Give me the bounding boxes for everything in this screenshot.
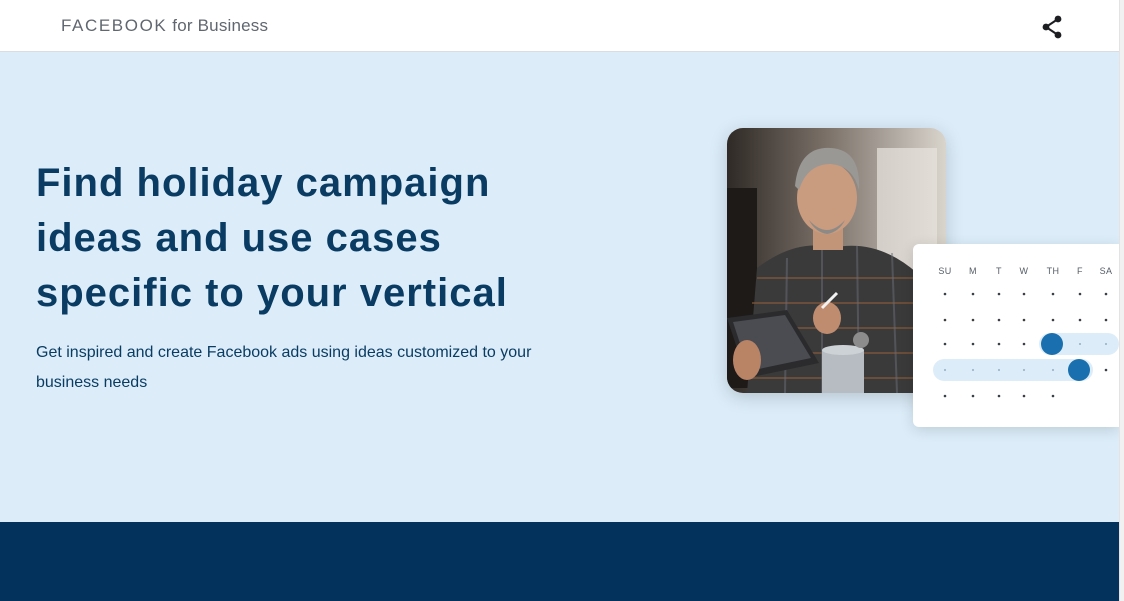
calendar-day-dot [1078,342,1082,346]
calendar-day-dot [943,394,947,398]
calendar-day-dot [943,318,947,322]
selected-date-end[interactable] [1068,359,1090,381]
calendar-day-dot [1051,292,1055,296]
share-icon-glyph [1042,15,1062,39]
calendar-day-dot [1022,318,1026,322]
calendar-day-dot [1022,394,1026,398]
share-icon[interactable] [1039,14,1065,40]
scrollbar[interactable] [1119,0,1124,601]
calendar-day-dot [997,394,1001,398]
calendar-day-dot [1022,368,1026,372]
calendar-day-dot [997,318,1001,322]
footer-band [0,522,1119,601]
calendar-day-dot [997,368,1001,372]
hero-headline: Find holiday campaign ideas and use case… [36,161,508,315]
calendar-day-dot [1051,368,1055,372]
calendar-day-dot [971,368,975,372]
calendar-card: SU M T W TH F SA [913,244,1119,427]
calendar-day-dot [943,292,947,296]
calendar-day-dot [1078,318,1082,322]
brand-main: FACEBOOK [61,16,168,35]
calendar-day-dot [1104,318,1108,322]
calendar-day-dot [971,292,975,296]
calendar-day-dot [1051,318,1055,322]
calendar-day-dot [971,318,975,322]
calendar-day-dot [1104,368,1108,372]
page: FACEBOOK for Business Find holiday campa… [0,0,1124,601]
calendar-day-dot [1051,394,1055,398]
brand-suffix: for Business [172,16,269,35]
selected-date-start[interactable] [1041,333,1063,355]
calendar-day-dot [1078,292,1082,296]
calendar-day-dot [971,394,975,398]
calendar-day-dot [1022,292,1026,296]
calendar-grid [933,292,1119,398]
calendar-day-dot [971,342,975,346]
calendar-day-dot [1104,292,1108,296]
calendar-day-dot [1022,342,1026,346]
calendar-day-dot [997,292,1001,296]
facebook-for-business-logo[interactable]: FACEBOOK for Business [61,16,268,36]
calendar-day-dot [943,368,947,372]
top-header: FACEBOOK for Business [0,0,1119,52]
calendar-day-dot [997,342,1001,346]
hero-subtext: Get inspired and create Facebook ads usi… [36,344,532,391]
calendar-day-dot [943,342,947,346]
calendar-day-dot [1104,342,1108,346]
